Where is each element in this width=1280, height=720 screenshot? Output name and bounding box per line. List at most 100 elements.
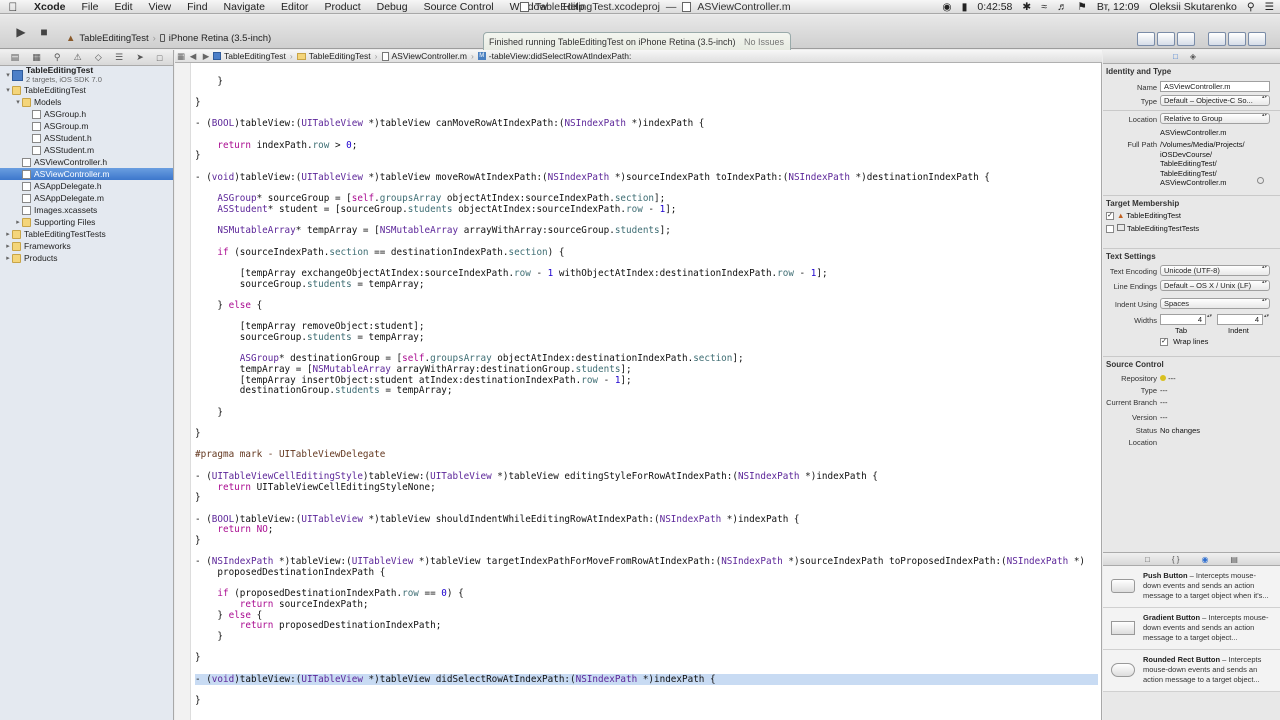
navigator-item[interactable]: ASGroup.m	[0, 120, 173, 132]
reveal-in-finder-icon[interactable]	[1257, 177, 1264, 184]
volume-icon[interactable]: ♬	[1057, 1, 1068, 13]
code-line[interactable]: NSMutableArray* tempArray = [NSMutableAr…	[195, 225, 670, 236]
code-line[interactable]: ASGroup* sourceGroup = [self.groupsArray…	[195, 193, 665, 204]
type-popup[interactable]: Default – Objective-C So...	[1160, 95, 1270, 106]
library-item-gradient-button[interactable]: Gradient Button – Intercepts mouse-down …	[1103, 608, 1280, 650]
code-line[interactable]: }	[195, 695, 201, 706]
editor-gutter[interactable]	[175, 63, 191, 720]
version-editor-icon[interactable]	[1177, 32, 1195, 46]
wrap-lines-row[interactable]: ✓ Wrap lines	[1160, 337, 1208, 347]
forward-icon[interactable]: ▶	[199, 51, 213, 62]
tab-width-stepper[interactable]: ▴▾	[1207, 314, 1212, 319]
code-line[interactable]: if (sourceIndexPath.section == destinati…	[195, 247, 564, 258]
notification-center-icon[interactable]: ☰	[1265, 1, 1274, 13]
code-line[interactable]: sourceGroup.students = tempArray;	[195, 279, 425, 290]
project-root[interactable]: ▾ TableEditingTest 2 targets, iOS SDK 7.…	[0, 66, 173, 85]
debug-navigator-icon[interactable]: ☰	[115, 52, 123, 63]
code-line[interactable]: - (BOOL)tableView:(UITableView *)tableVi…	[195, 118, 704, 129]
code-line[interactable]: - (void)tableView:(UITableView *)tableVi…	[195, 673, 1098, 685]
utilities-toggle-icon[interactable]	[1248, 32, 1266, 46]
issue-navigator-icon[interactable]: ⚠	[74, 52, 82, 63]
bluetooth-icon[interactable]: ✱	[1022, 1, 1031, 13]
code-snippet-library-icon[interactable]: { }	[1172, 555, 1180, 564]
navigator-item[interactable]: ASViewController.m	[0, 168, 173, 180]
jump-crumb-file[interactable]: ASViewController.m	[381, 51, 471, 61]
run-icon[interactable]: ▶	[12, 24, 30, 40]
apple-icon[interactable]: 	[0, 0, 26, 14]
disclosure-closed-icon[interactable]: ▸	[4, 254, 12, 262]
navigator-toggle-icon[interactable]	[1208, 32, 1226, 46]
checkbox-checked-icon[interactable]: ✓	[1160, 338, 1168, 347]
navigator-item[interactable]: ASGroup.h	[0, 108, 173, 120]
code-line[interactable]: }	[195, 150, 201, 161]
code-line[interactable]: - (BOOL)tableView:(UITableView *)tableVi…	[195, 514, 800, 525]
jump-crumb-project[interactable]: TableEditingTest	[213, 51, 290, 61]
indent-popup[interactable]: Spaces	[1160, 298, 1270, 309]
stop-icon[interactable]: ■	[35, 24, 53, 40]
jump-crumb-method[interactable]: M -tableView:didSelectRowAtIndexPath:	[477, 51, 636, 61]
flag-icon[interactable]: ⚑	[1077, 1, 1086, 13]
battery-time[interactable]: 0:42:58	[977, 1, 1012, 13]
symbol-navigator-icon[interactable]: ▦	[32, 52, 41, 63]
breakpoint-navigator-icon[interactable]: ➤	[136, 52, 144, 63]
battery-icon[interactable]: ▮	[962, 1, 968, 13]
code-line[interactable]: }	[195, 97, 201, 108]
log-navigator-icon[interactable]: □	[157, 53, 162, 63]
spotlight-search-icon[interactable]: ⚲	[1247, 1, 1255, 13]
navigator-item[interactable]: ASViewController.h	[0, 156, 173, 168]
menu-app-xcode[interactable]: Xcode	[26, 1, 74, 13]
line-endings-popup[interactable]: Default – OS X / Unix (LF)	[1160, 280, 1270, 291]
standard-editor-icon[interactable]	[1137, 32, 1155, 46]
object-library-icon[interactable]: ◉	[1201, 555, 1208, 564]
menu-navigate[interactable]: Navigate	[216, 1, 273, 13]
code-line[interactable]: if (proposedDestinationIndexPath.row == …	[195, 588, 463, 599]
menu-source-control[interactable]: Source Control	[416, 1, 502, 13]
navigator-item[interactable]: Images.xcassets	[0, 204, 173, 216]
code-line[interactable]: [tempArray exchangeObjectAtIndex:sourceI…	[195, 268, 828, 279]
source-editor[interactable]: }} - (BOOL)tableView:(UITableView *)table…	[175, 63, 1102, 720]
menu-debug[interactable]: Debug	[369, 1, 416, 13]
menu-product[interactable]: Product	[316, 1, 368, 13]
navigator-item[interactable]: ▸ Supporting Files	[0, 216, 173, 228]
disclosure-closed-icon[interactable]: ▸	[4, 242, 12, 250]
code-line[interactable]: return NO;	[195, 524, 273, 535]
disclosure-open-icon[interactable]: ▾	[4, 86, 12, 94]
code-line[interactable]: - (NSIndexPath *)tableView:(UITableView …	[195, 556, 1085, 567]
code-line[interactable]: return sourceIndexPath;	[195, 599, 369, 610]
code-line[interactable]: return proposedDestinationIndexPath;	[195, 620, 442, 631]
code-line[interactable]: }	[195, 652, 201, 663]
navigator-item[interactable]: ASAppDelegate.m	[0, 192, 173, 204]
encoding-popup[interactable]: Unicode (UTF-8)	[1160, 265, 1270, 276]
code-line[interactable]: }	[195, 631, 223, 642]
tab-width-field[interactable]: 4	[1160, 314, 1206, 325]
library-item-push-button[interactable]: Push Button – Intercepts mouse-down even…	[1103, 566, 1280, 608]
wifi-icon[interactable]: ≈	[1041, 1, 1047, 13]
navigator-item[interactable]: ASAppDelegate.h	[0, 180, 173, 192]
related-items-icon[interactable]: ▦	[175, 51, 187, 62]
navigator-item[interactable]: ▾ Models	[0, 96, 173, 108]
code-line[interactable]: - (void)tableView:(UITableView *)tableVi…	[195, 172, 990, 183]
file-template-library-icon[interactable]: □	[1145, 555, 1150, 564]
location-popup[interactable]: Relative to Group	[1160, 113, 1270, 124]
target-row[interactable]: TableEditingTestTests	[1106, 224, 1199, 234]
name-field[interactable]: ASViewController.m	[1160, 81, 1270, 92]
code-line[interactable]: [tempArray insertObject:student atIndex:…	[195, 375, 632, 386]
menu-find[interactable]: Find	[179, 1, 215, 13]
code-line[interactable]: } else {	[195, 610, 262, 621]
dropbox-icon[interactable]: ◉	[942, 1, 951, 13]
target-row[interactable]: ✓ ▲ TableEditingTest	[1106, 211, 1181, 221]
indent-width-stepper[interactable]: ▴▾	[1264, 314, 1269, 319]
library-item-rounded-rect-button[interactable]: Rounded Rect Button – Intercepts mouse-d…	[1103, 650, 1280, 692]
navigator-item[interactable]: ▸ Products	[0, 252, 173, 264]
code-line[interactable]: return indexPath.row > 0;	[195, 140, 357, 151]
code-line[interactable]: } else {	[195, 300, 262, 311]
code-line[interactable]: }	[195, 76, 223, 87]
menu-editor[interactable]: Editor	[273, 1, 316, 13]
code-line[interactable]: [tempArray removeObject:student];	[195, 321, 425, 332]
disclosure-closed-icon[interactable]: ▸	[14, 218, 22, 226]
menu-user[interactable]: Oleksii Skutarenko	[1149, 1, 1237, 13]
menu-edit[interactable]: Edit	[106, 1, 140, 13]
checkbox-unchecked-icon[interactable]	[1106, 225, 1114, 234]
disclosure-open-icon[interactable]: ▾	[14, 98, 22, 106]
code-line[interactable]: tempArray = [NSMutableArray arrayWithArr…	[195, 364, 632, 375]
